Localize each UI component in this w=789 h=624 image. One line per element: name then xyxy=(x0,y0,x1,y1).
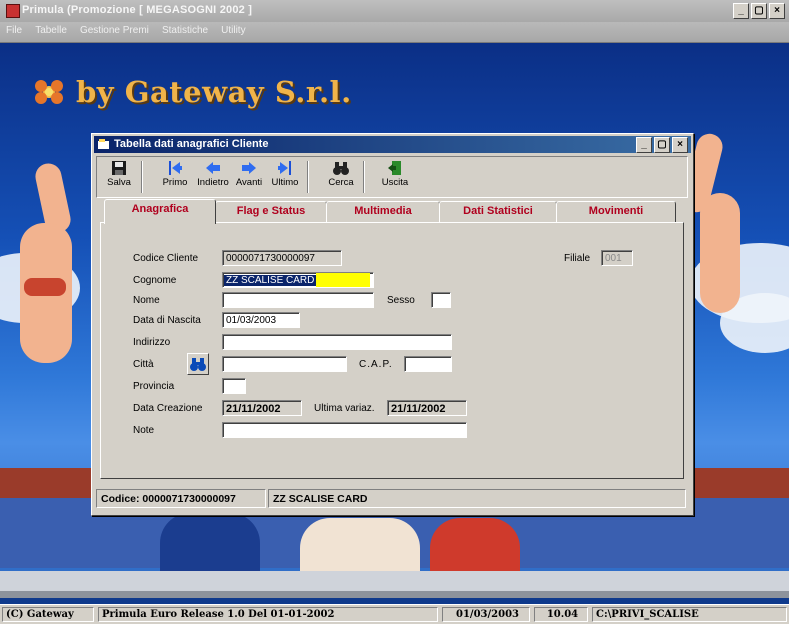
dialog-statusbar: Codice: 0000071730000097 ZZ SCALISE CARD xyxy=(96,489,686,509)
provincia-label: Provincia xyxy=(133,381,175,392)
menu-file[interactable]: File xyxy=(0,22,26,36)
indietro-button[interactable]: Indietro xyxy=(195,159,231,195)
minimize-button[interactable]: _ xyxy=(733,3,749,19)
note-label: Note xyxy=(133,425,155,436)
last-arrow-icon xyxy=(278,161,291,175)
dialog-title: Tabella dati anagrafici Cliente xyxy=(114,138,269,150)
indirizzo-label: Indirizzo xyxy=(133,337,171,348)
status-date: 01/03/2003 xyxy=(442,607,530,622)
tab-strip: Anagrafica Flag e Status Multimedia Dati… xyxy=(100,199,684,224)
status-nome: ZZ SCALISE CARD xyxy=(268,489,686,508)
provincia-field[interactable] xyxy=(222,378,246,394)
cerca-label: Cerca xyxy=(328,177,354,188)
status-codice: Codice: 0000071730000097 xyxy=(96,489,266,508)
window-title: Primula (Promozione [ MEGASOGNI 2002 ] xyxy=(22,4,253,16)
cognome-highlight xyxy=(316,273,371,287)
tab-flag-e-status[interactable]: Flag e Status xyxy=(215,201,327,222)
binoculars-icon xyxy=(190,358,206,371)
cap-label: C.A.P. xyxy=(359,359,393,370)
cognome-field[interactable]: ZZ SCALISE CARD xyxy=(222,272,374,288)
tab-multimedia[interactable]: Multimedia xyxy=(326,201,440,222)
nome-label: Nome xyxy=(133,295,160,306)
first-arrow-icon xyxy=(169,161,182,175)
avanti-label: Avanti xyxy=(235,177,263,188)
menu-utility[interactable]: Utility xyxy=(215,22,249,36)
cognome-label: Cognome xyxy=(133,275,177,286)
tab-dati-statistici[interactable]: Dati Statistici xyxy=(439,201,557,222)
dialog-titlebar: Tabella dati anagrafici Cliente _ ▢ × xyxy=(94,136,691,153)
nome-field[interactable] xyxy=(222,292,374,308)
note-field[interactable] xyxy=(222,422,467,438)
ultimo-label: Ultimo xyxy=(271,177,299,188)
menu-bar: File Tabelle Gestione Premi Statistiche … xyxy=(0,22,789,43)
status-copyright: (C) Gateway xyxy=(2,607,94,622)
main-titlebar: Primula (Promozione [ MEGASOGNI 2002 ] _… xyxy=(0,0,789,23)
ultima-variaz-label: Ultima variaz. xyxy=(314,403,375,414)
app-statusbar: (C) Gateway Primula Euro Release 1.0 Del… xyxy=(0,604,789,624)
cap-field[interactable] xyxy=(404,356,452,372)
primo-button[interactable]: Primo xyxy=(157,159,193,195)
dialog-maximize-button[interactable]: ▢ xyxy=(654,137,670,153)
floppy-icon xyxy=(112,161,126,175)
status-release: Primula Euro Release 1.0 Del 01-01-2002 xyxy=(98,607,438,622)
cliente-dialog: Tabella dati anagrafici Cliente _ ▢ × Sa… xyxy=(91,133,694,516)
indirizzo-field[interactable] xyxy=(222,334,452,350)
status-path: C:\PRIVI_SCALISE xyxy=(592,607,787,622)
menu-statistiche[interactable]: Statistiche xyxy=(156,22,212,36)
anagrafica-panel: Codice Cliente 0000071730000097 Filiale … xyxy=(100,222,684,479)
dialog-app-icon xyxy=(98,139,109,149)
cognome-value: ZZ SCALISE CARD xyxy=(224,275,317,286)
codice-cliente-field: 0000071730000097 xyxy=(222,250,342,266)
data-creazione-label: Data Creazione xyxy=(133,403,203,414)
exit-door-icon xyxy=(388,161,401,175)
codice-cliente-label: Codice Cliente xyxy=(133,253,199,264)
gateway-logo: by Gateway S.r.l. xyxy=(32,75,352,109)
dialog-toolbar: Salva Primo Indietro Avanti Ultimo Cerca… xyxy=(96,156,688,198)
tab-movimenti[interactable]: Movimenti xyxy=(556,201,676,222)
dialog-minimize-button[interactable]: _ xyxy=(636,137,652,153)
cerca-button[interactable]: Cerca xyxy=(323,159,359,195)
salva-button[interactable]: Salva xyxy=(101,159,137,195)
menu-gestione-premi[interactable]: Gestione Premi xyxy=(74,22,153,36)
salva-label: Salva xyxy=(107,177,131,188)
binoculars-icon xyxy=(333,162,349,175)
maximize-button[interactable]: ▢ xyxy=(751,3,767,19)
back-arrow-icon xyxy=(206,162,220,174)
avanti-button[interactable]: Avanti xyxy=(231,159,267,195)
flower-icon xyxy=(35,80,63,104)
filiale-field: 001 xyxy=(601,250,633,266)
ultima-variaz-field: 21/11/2002 xyxy=(387,400,467,416)
filiale-label: Filiale xyxy=(564,253,591,264)
status-time: 10.04 xyxy=(534,607,588,622)
citta-field[interactable] xyxy=(222,356,347,372)
uscita-label: Uscita xyxy=(381,177,409,188)
citta-search-button[interactable] xyxy=(187,353,209,375)
sesso-field[interactable] xyxy=(431,292,451,308)
menu-tabelle[interactable]: Tabelle xyxy=(29,22,71,36)
sesso-label: Sesso xyxy=(387,295,415,306)
ultimo-button[interactable]: Ultimo xyxy=(267,159,303,195)
data-nascita-field[interactable]: 01/03/2003 xyxy=(222,312,300,328)
citta-label: Città xyxy=(133,359,154,370)
data-nascita-label: Data di Nascita xyxy=(133,315,201,326)
data-creazione-field: 21/11/2002 xyxy=(222,400,302,416)
tab-anagrafica[interactable]: Anagrafica xyxy=(104,199,216,224)
app-icon xyxy=(6,4,20,18)
forward-arrow-icon xyxy=(242,162,256,174)
close-button[interactable]: × xyxy=(769,3,785,19)
primo-label: Primo xyxy=(162,177,188,188)
uscita-button[interactable]: Uscita xyxy=(377,159,413,195)
logo-text: by Gateway S.r.l. xyxy=(76,75,352,109)
indietro-label: Indietro xyxy=(197,177,229,188)
dialog-close-button[interactable]: × xyxy=(672,137,688,153)
